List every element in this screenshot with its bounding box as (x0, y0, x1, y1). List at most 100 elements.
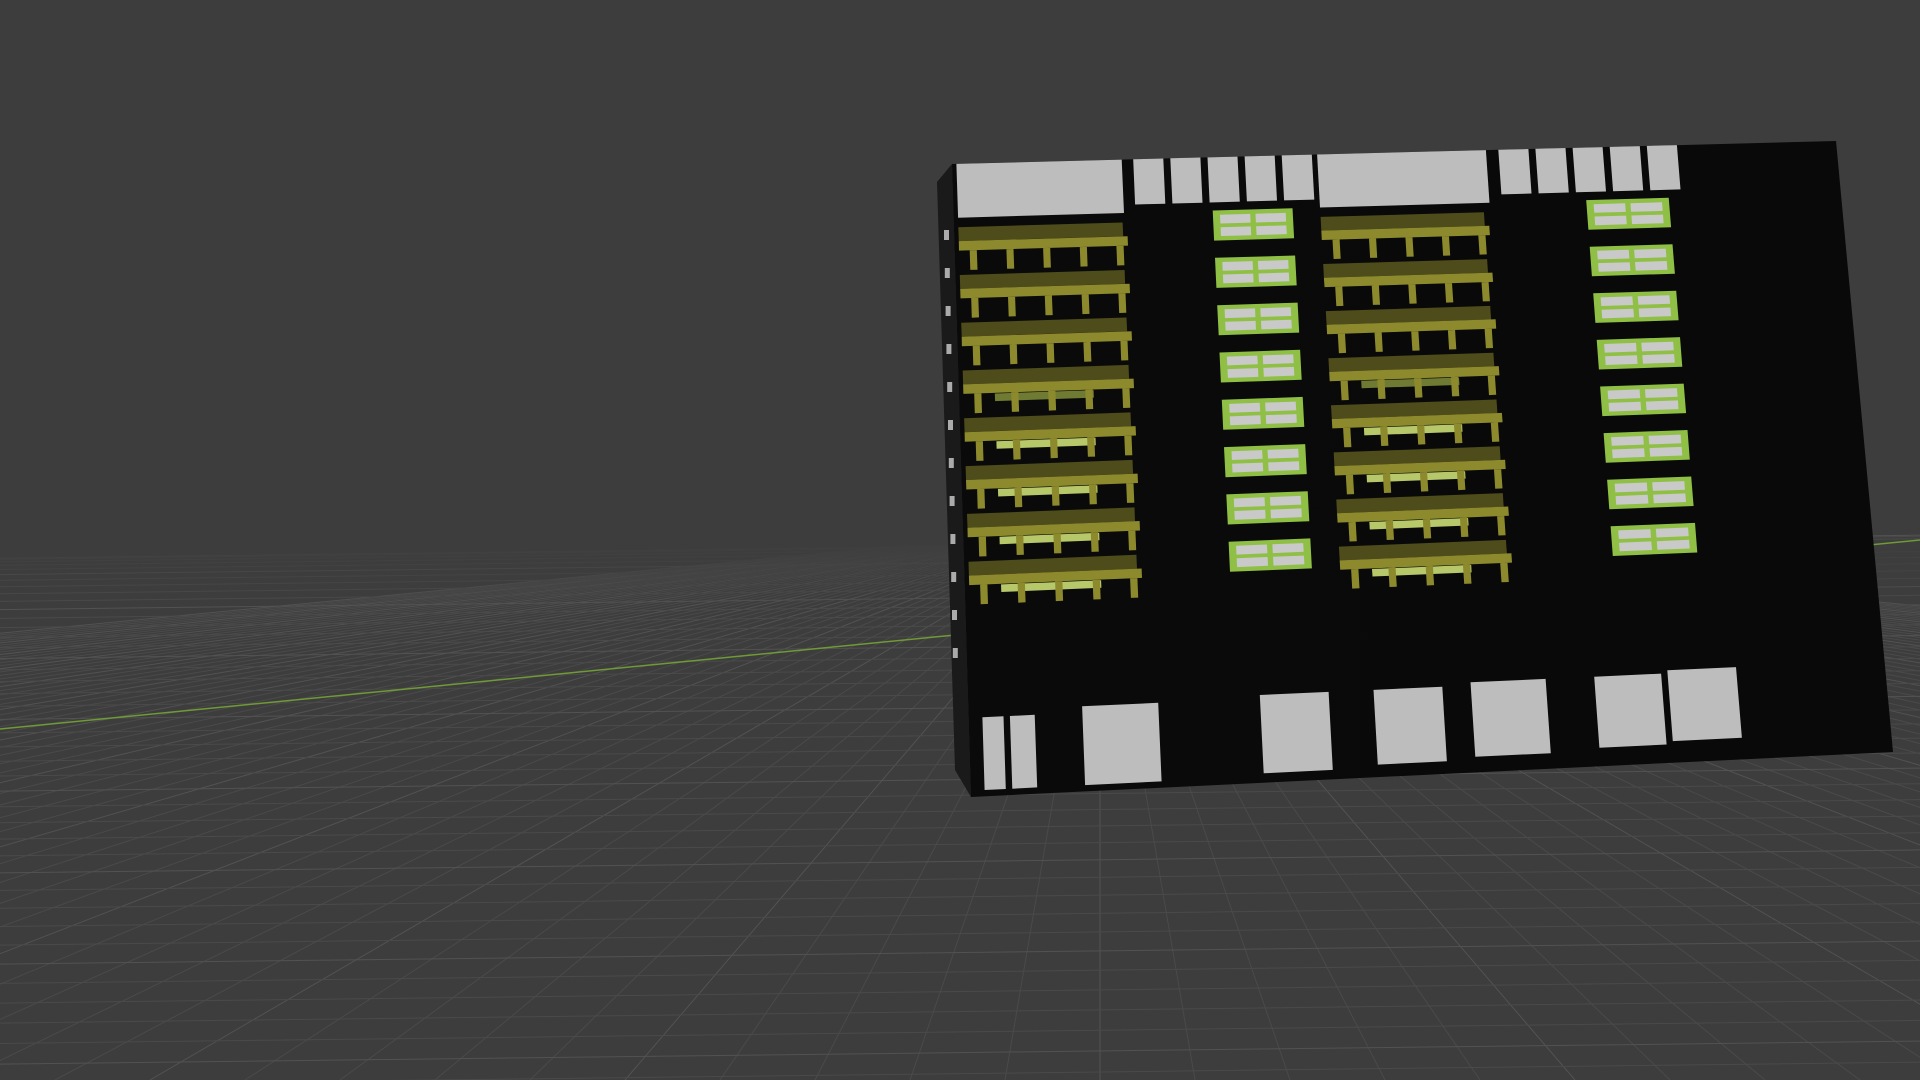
balcony-post (1382, 473, 1392, 493)
balcony-post (1083, 341, 1092, 362)
balcony-post (1377, 379, 1386, 399)
window-pane (1611, 436, 1644, 446)
window-pane (1653, 493, 1686, 504)
balcony-post (1450, 376, 1460, 397)
balcony-post (1046, 343, 1055, 363)
balcony-post (1043, 247, 1051, 268)
window-pane (1619, 541, 1652, 552)
balcony-post (1051, 486, 1060, 506)
balcony-post (975, 441, 984, 461)
balcony-post (1348, 521, 1357, 542)
side-edge-mark (951, 572, 957, 582)
window-pane (1222, 273, 1254, 284)
window-pane (1234, 509, 1266, 520)
window-pane (1270, 495, 1302, 506)
window-pane (1267, 448, 1299, 459)
window-pane (1229, 415, 1261, 426)
roof-parapet-panel (1535, 148, 1569, 194)
window-pane (1601, 308, 1634, 319)
balcony-post (1335, 286, 1344, 307)
window-pane (1236, 544, 1268, 555)
ground-floor-panel (1373, 686, 1447, 765)
window-pane (1270, 508, 1302, 519)
window-pane (1222, 261, 1253, 271)
window-pane (1220, 213, 1251, 224)
balcony-post (1462, 564, 1472, 584)
window-pane (1265, 414, 1297, 424)
window-pane (1233, 497, 1265, 508)
balcony-post (1337, 333, 1347, 354)
balcony-post (972, 345, 981, 366)
balcony-post (1414, 378, 1423, 398)
window-pane (1612, 448, 1645, 459)
roof-parapet-panel (1646, 145, 1681, 191)
window-pane (1655, 527, 1689, 538)
balcony-post (971, 297, 979, 318)
window-pane (1256, 225, 1287, 235)
balcony-post (1014, 487, 1023, 508)
balcony-post (1011, 392, 1020, 412)
side-edge-mark (944, 230, 949, 240)
window-pane (1631, 214, 1664, 225)
balcony-post (1124, 435, 1133, 456)
balcony-post (1012, 439, 1021, 460)
window-pane (1231, 450, 1263, 460)
balcony-post (1419, 472, 1429, 492)
balcony-post (1481, 282, 1490, 302)
window-pane (1227, 368, 1259, 378)
side-edge-mark (945, 306, 951, 316)
ground-floor-panel (1470, 678, 1551, 757)
roof-parapet-panel (1317, 150, 1490, 208)
window-pane (1593, 203, 1626, 213)
side-edge-mark (946, 344, 952, 354)
side-edge-mark (948, 420, 953, 430)
ground-floor-panel (1009, 714, 1038, 789)
balcony-post (1484, 328, 1493, 349)
balcony-post (1411, 331, 1420, 351)
window-pane (1273, 555, 1305, 566)
balcony-post (1332, 239, 1341, 259)
balcony-post (1085, 389, 1094, 410)
balcony-post (1128, 530, 1137, 551)
balcony-post (1116, 245, 1125, 266)
window-pane (1605, 355, 1638, 365)
window-pane (1600, 296, 1633, 306)
window-pane (1656, 539, 1690, 550)
ground-floor-panel (1259, 691, 1333, 774)
balcony-post (1055, 581, 1064, 602)
roof-parapet-panel (1207, 156, 1240, 203)
balcony-post (1444, 283, 1454, 303)
window-pane (1255, 212, 1287, 223)
building-model[interactable] (937, 141, 1893, 797)
balcony-post (1017, 582, 1026, 603)
balcony-post (1374, 332, 1383, 352)
balcony-post (1447, 330, 1457, 350)
viewport-scene (0, 141, 1920, 1080)
side-edge-mark (948, 458, 954, 468)
balcony-post (1118, 293, 1127, 313)
window-pane (1608, 401, 1642, 412)
balcony-post (1048, 390, 1057, 411)
balcony-post (1388, 567, 1397, 587)
balcony-post (1016, 535, 1024, 555)
balcony-post (1453, 423, 1463, 444)
balcony-post (1490, 422, 1500, 442)
window-pane (1232, 462, 1264, 473)
window-pane (1652, 481, 1685, 491)
balcony-post (1456, 470, 1466, 491)
roof-parapet-panel (1244, 155, 1277, 202)
balcony-post (1343, 427, 1352, 448)
balcony-post (1497, 516, 1506, 536)
window-pane (1614, 482, 1648, 493)
ground-floor-panel (1667, 667, 1742, 742)
window-pane (1604, 342, 1637, 353)
balcony-post (969, 250, 978, 270)
balcony-post (1494, 469, 1503, 489)
balcony-post (1405, 237, 1414, 257)
window-pane (1597, 249, 1630, 260)
3d-viewport[interactable] (0, 0, 1920, 1080)
balcony-post (1500, 562, 1509, 583)
roof-parapet-panel (956, 159, 1124, 218)
side-edge-mark (950, 534, 956, 544)
window-pane (1262, 354, 1294, 365)
